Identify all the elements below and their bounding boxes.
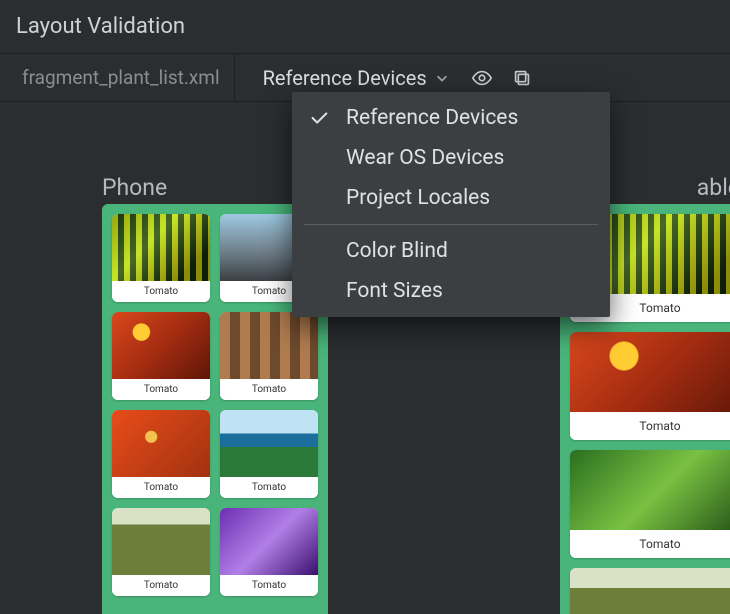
popup-item-label: Project Locales: [346, 186, 490, 210]
chevron-down-icon: [435, 71, 449, 85]
check-icon: [306, 107, 332, 129]
list-item[interactable]: Tomato: [112, 508, 210, 596]
popup-item-reference-devices[interactable]: Reference Devices: [292, 98, 610, 138]
list-item[interactable]: Tomato: [570, 568, 730, 614]
list-item[interactable]: Tomato: [112, 214, 210, 302]
list-item[interactable]: Tomato: [112, 312, 210, 400]
popup-item-label: Wear OS Devices: [346, 146, 504, 170]
file-tab[interactable]: fragment_plant_list.xml: [8, 54, 235, 101]
popup-item-font-sizes[interactable]: Font Sizes: [292, 271, 610, 311]
eye-icon: [471, 67, 493, 89]
list-item[interactable]: Tomato: [570, 450, 730, 558]
list-item[interactable]: Tomato: [220, 508, 318, 596]
popup-item-label: Font Sizes: [346, 279, 443, 303]
popup-item-label: Color Blind: [346, 239, 448, 263]
panel-title: Layout Validation: [0, 0, 730, 54]
popup-separator: [304, 224, 598, 225]
validation-mode-popup: Reference Devices Wear OS Devices Projec…: [292, 92, 610, 317]
list-item[interactable]: Tomato: [220, 410, 318, 498]
popup-item-color-blind[interactable]: Color Blind: [292, 231, 610, 271]
copy-stack-icon: [511, 67, 533, 89]
popup-item-locales[interactable]: Project Locales: [292, 178, 610, 218]
list-item[interactable]: Tomato: [220, 312, 318, 400]
visibility-toggle[interactable]: [465, 61, 499, 95]
list-item[interactable]: Tomato: [112, 410, 210, 498]
dropdown-label: Reference Devices: [263, 66, 427, 90]
popup-item-label: Reference Devices: [346, 106, 518, 130]
device-label-phone: Phone: [102, 174, 167, 201]
popup-item-wear-os[interactable]: Wear OS Devices: [292, 138, 610, 178]
copy-action[interactable]: [505, 61, 539, 95]
validation-mode-dropdown[interactable]: Reference Devices: [253, 60, 459, 96]
list-item[interactable]: Tomato: [570, 332, 730, 440]
